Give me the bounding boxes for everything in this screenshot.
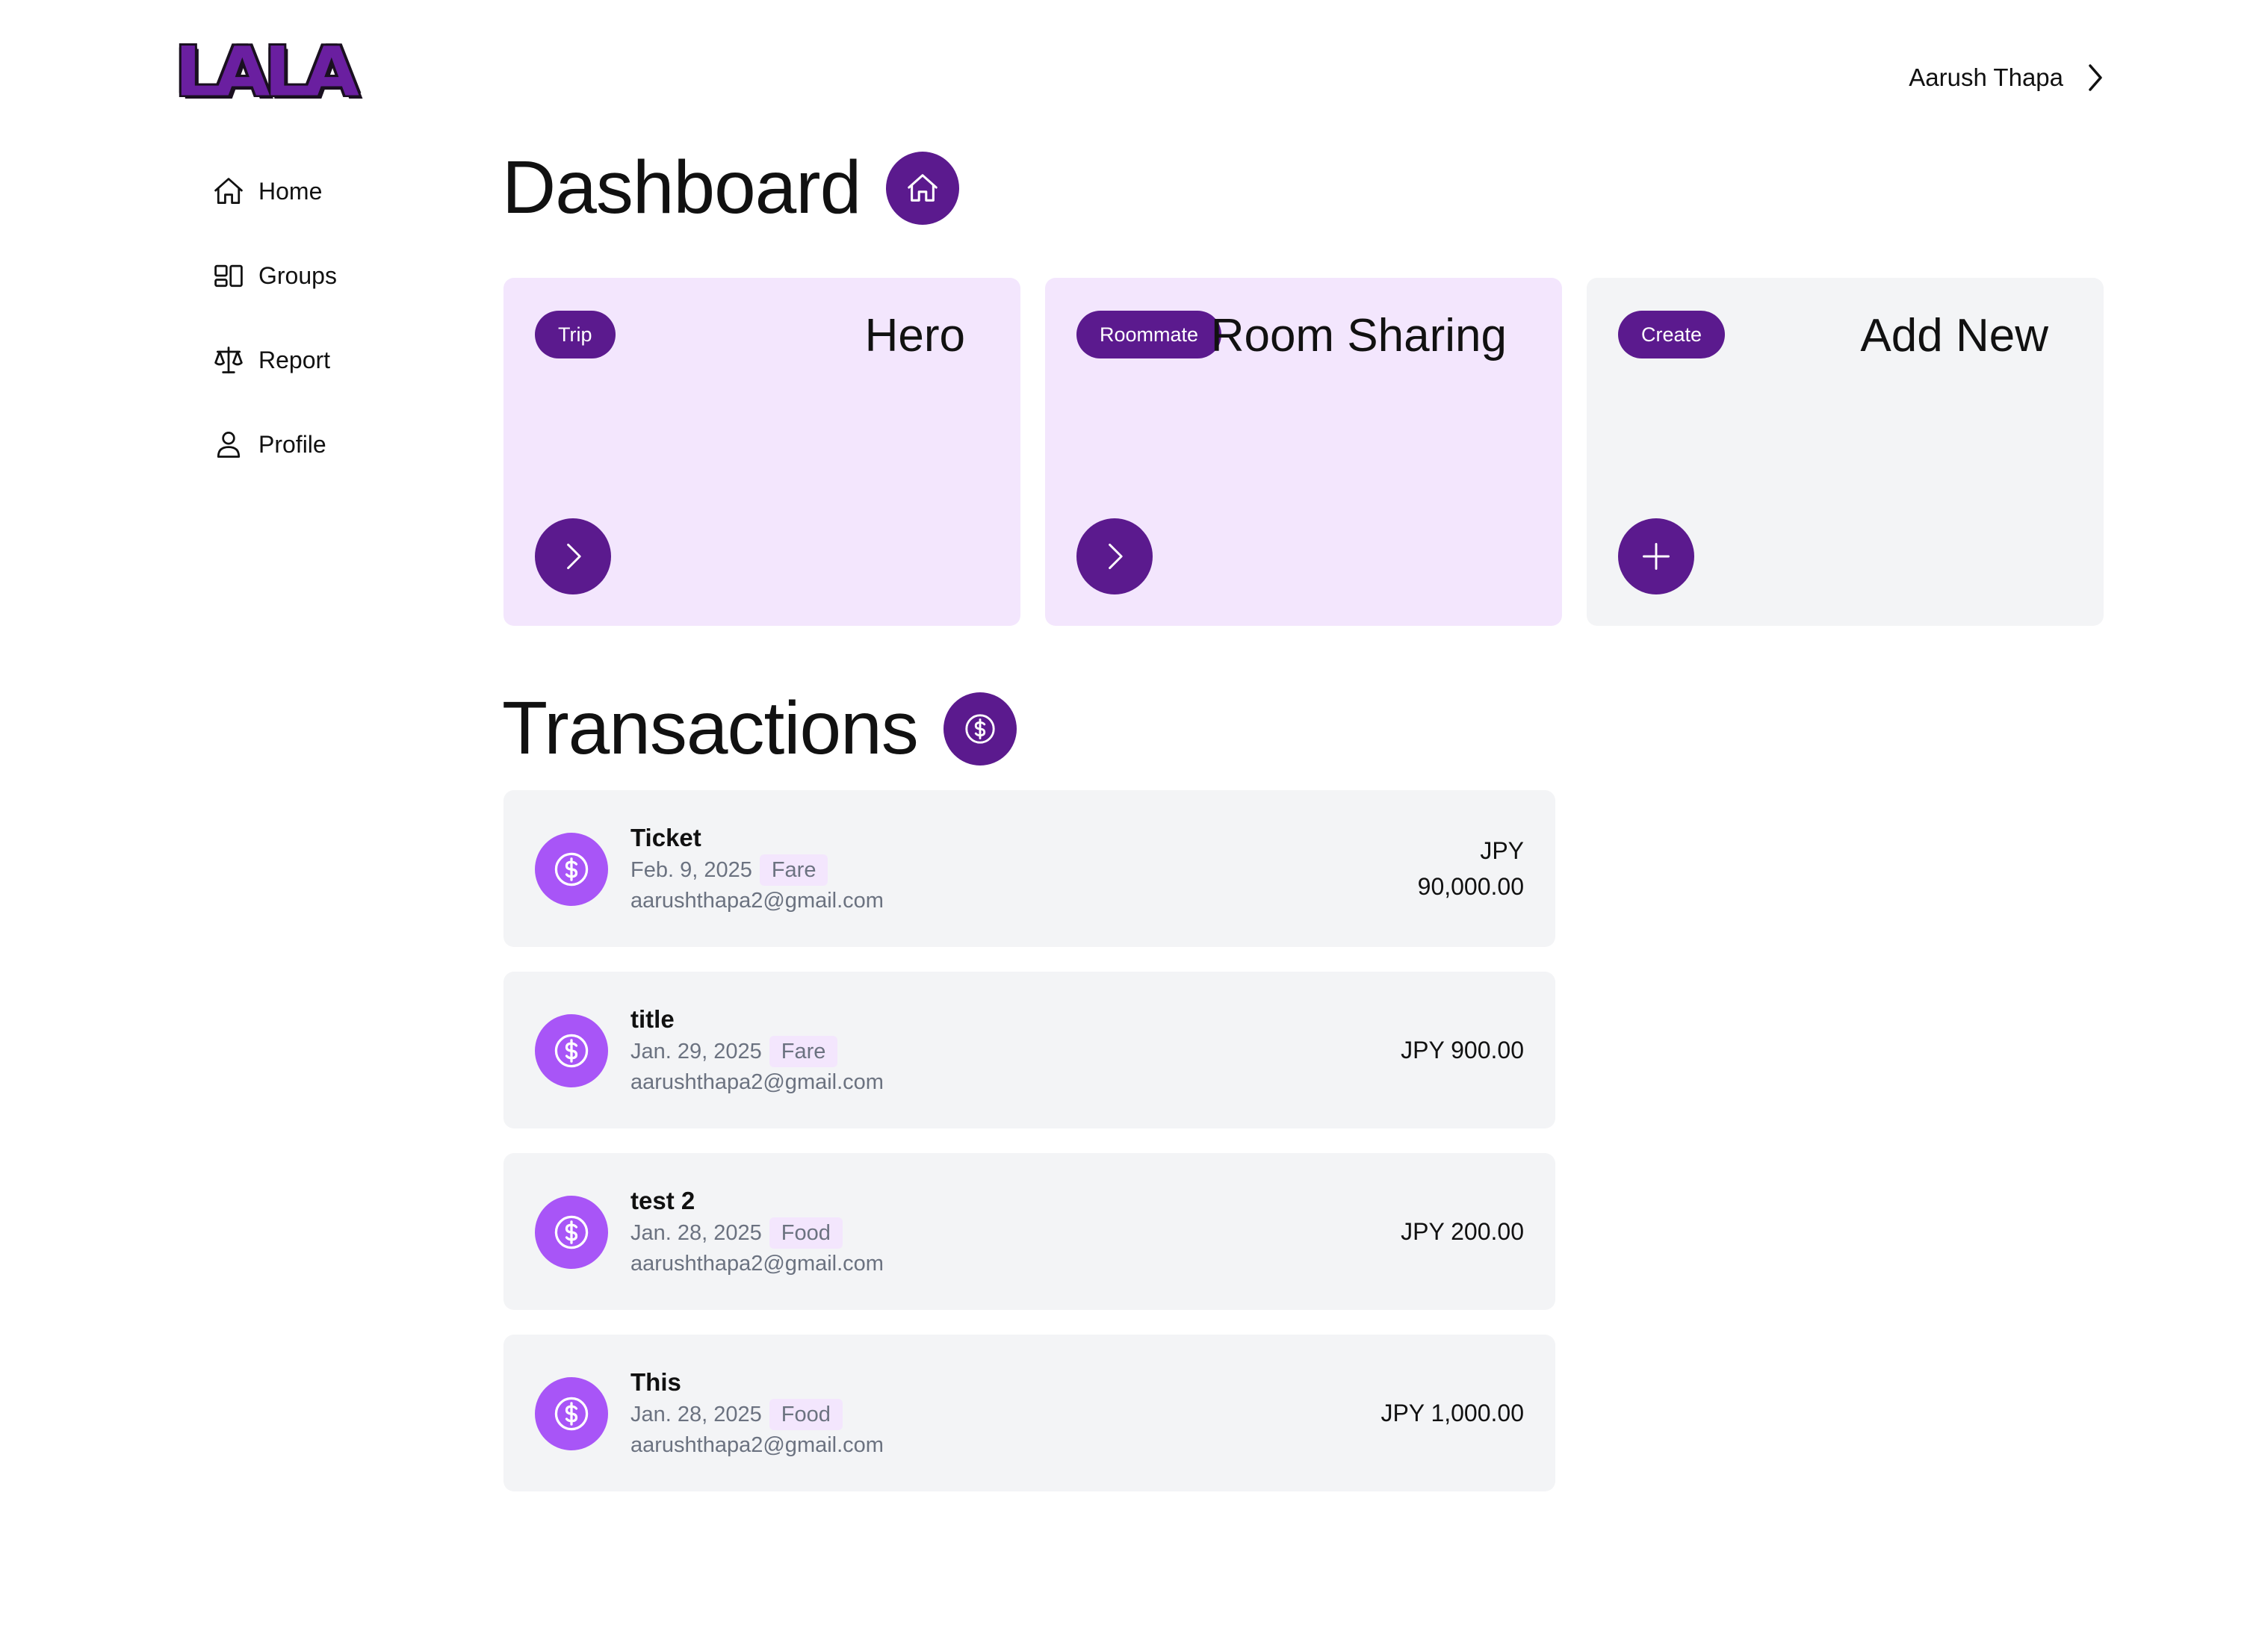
card-title: Room Sharing: [1210, 310, 1507, 361]
transaction-amount: JPY 1,000.00: [1380, 1335, 1524, 1491]
transaction-row[interactable]: This Jan. 28, 2025 Food aarushthapa2@gma…: [503, 1335, 1555, 1491]
transaction-title: Ticket: [630, 824, 701, 851]
sidebar-item-label: Report: [258, 346, 331, 373]
sidebar-item-home[interactable]: Home: [212, 169, 337, 214]
transaction-date: Feb. 9, 2025: [630, 858, 752, 882]
user-icon: [217, 432, 241, 458]
amount-line: 90,000.00: [1417, 873, 1524, 900]
transaction-row[interactable]: title Jan. 29, 2025 Fare aarushthapa2@gm…: [503, 972, 1555, 1128]
sidebar-item-label: Home: [258, 177, 323, 205]
dollar-icon: [535, 1377, 608, 1450]
category-badge: Fare: [769, 1036, 838, 1067]
group-card-add-new[interactable]: Create Add New: [1587, 278, 2104, 626]
dashboard-heading: Dashboard: [502, 145, 960, 231]
sidebar-item-report[interactable]: Report: [212, 338, 337, 382]
chevron-right-icon: [1109, 543, 1123, 570]
transaction-amount: JPY 900.00: [1401, 972, 1524, 1128]
sidebar-item-label: Groups: [258, 261, 337, 289]
sidebar: Home Groups Report Profile: [212, 169, 337, 506]
transaction-info: title Jan. 29, 2025 Fare aarushthapa2@gm…: [630, 1004, 884, 1097]
card-tag: Create: [1618, 311, 1726, 358]
transaction-info: This Jan. 28, 2025 Food aarushthapa2@gma…: [630, 1367, 884, 1460]
chevron-right-icon: [567, 543, 581, 570]
page-title: Dashboard: [502, 146, 861, 229]
card-tag: Trip: [535, 311, 616, 358]
transaction-title: test 2: [630, 1187, 695, 1214]
transaction-title: title: [630, 1005, 675, 1033]
scale-icon: [214, 347, 243, 373]
plus-icon: [1643, 543, 1670, 570]
category-badge: Food: [769, 1399, 843, 1430]
transaction-email: aarushthapa2@gmail.com: [630, 1070, 884, 1094]
transaction-amount: JPY 90,000.00: [1418, 790, 1524, 947]
add-group-button[interactable]: [1618, 518, 1694, 594]
group-cards: Trip Hero Roommate Room Sharing Create A…: [503, 278, 2104, 626]
sidebar-item-label: Profile: [258, 430, 326, 458]
transaction-date: Jan. 28, 2025: [630, 1403, 762, 1426]
transaction-email: aarushthapa2@gmail.com: [630, 1433, 884, 1457]
dollar-icon: [943, 692, 1017, 766]
transaction-info: Ticket Feb. 9, 2025 Fare aarushthapa2@gm…: [630, 823, 884, 916]
chevron-right-icon: [2089, 64, 2102, 91]
amount-line: JPY 900.00: [1401, 1037, 1524, 1063]
transaction-list: Ticket Feb. 9, 2025 Fare aarushthapa2@gm…: [503, 790, 1555, 1516]
dollar-icon: [535, 1014, 608, 1087]
dollar-icon: [535, 1196, 608, 1269]
transaction-email: aarushthapa2@gmail.com: [630, 889, 884, 913]
transaction-date: Jan. 28, 2025: [630, 1221, 762, 1245]
card-title: Add New: [1860, 310, 2048, 361]
group-card-room-sharing[interactable]: Roommate Room Sharing: [1045, 278, 1562, 626]
transaction-date: Jan. 29, 2025: [630, 1040, 762, 1063]
sidebar-item-groups[interactable]: Groups: [212, 253, 337, 298]
card-tag: Roommate: [1076, 311, 1222, 358]
dollar-icon: [535, 833, 608, 906]
home-icon: [214, 178, 243, 204]
section-title: Transactions: [502, 686, 919, 770]
category-badge: Food: [769, 1217, 843, 1249]
transaction-email: aarushthapa2@gmail.com: [630, 1252, 884, 1276]
transaction-info: test 2 Jan. 28, 2025 Food aarushthapa2@g…: [630, 1186, 884, 1279]
user-menu[interactable]: Aarush Thapa: [1909, 63, 2105, 93]
category-badge: Fare: [759, 854, 828, 886]
transactions-heading: Transactions: [502, 686, 1017, 771]
sidebar-item-profile[interactable]: Profile: [212, 422, 337, 467]
transaction-title: This: [630, 1368, 681, 1396]
open-group-button[interactable]: [535, 518, 611, 594]
group-card-hero[interactable]: Trip Hero: [503, 278, 1020, 626]
open-group-button[interactable]: [1076, 518, 1153, 594]
user-name: Aarush Thapa: [1909, 63, 2063, 91]
amount-line: JPY 200.00: [1401, 1218, 1524, 1245]
app-logo[interactable]: LALA: [175, 37, 359, 105]
transaction-row[interactable]: test 2 Jan. 28, 2025 Food aarushthapa2@g…: [503, 1153, 1555, 1310]
transaction-row[interactable]: Ticket Feb. 9, 2025 Fare aarushthapa2@gm…: [503, 790, 1555, 947]
home-icon: [886, 151, 960, 225]
amount-line: JPY: [1480, 837, 1524, 864]
card-title: Hero: [864, 310, 965, 361]
amount-line: JPY 1,000.00: [1380, 1400, 1524, 1426]
transaction-amount: JPY 200.00: [1401, 1153, 1524, 1310]
groups-icon: [214, 264, 243, 288]
